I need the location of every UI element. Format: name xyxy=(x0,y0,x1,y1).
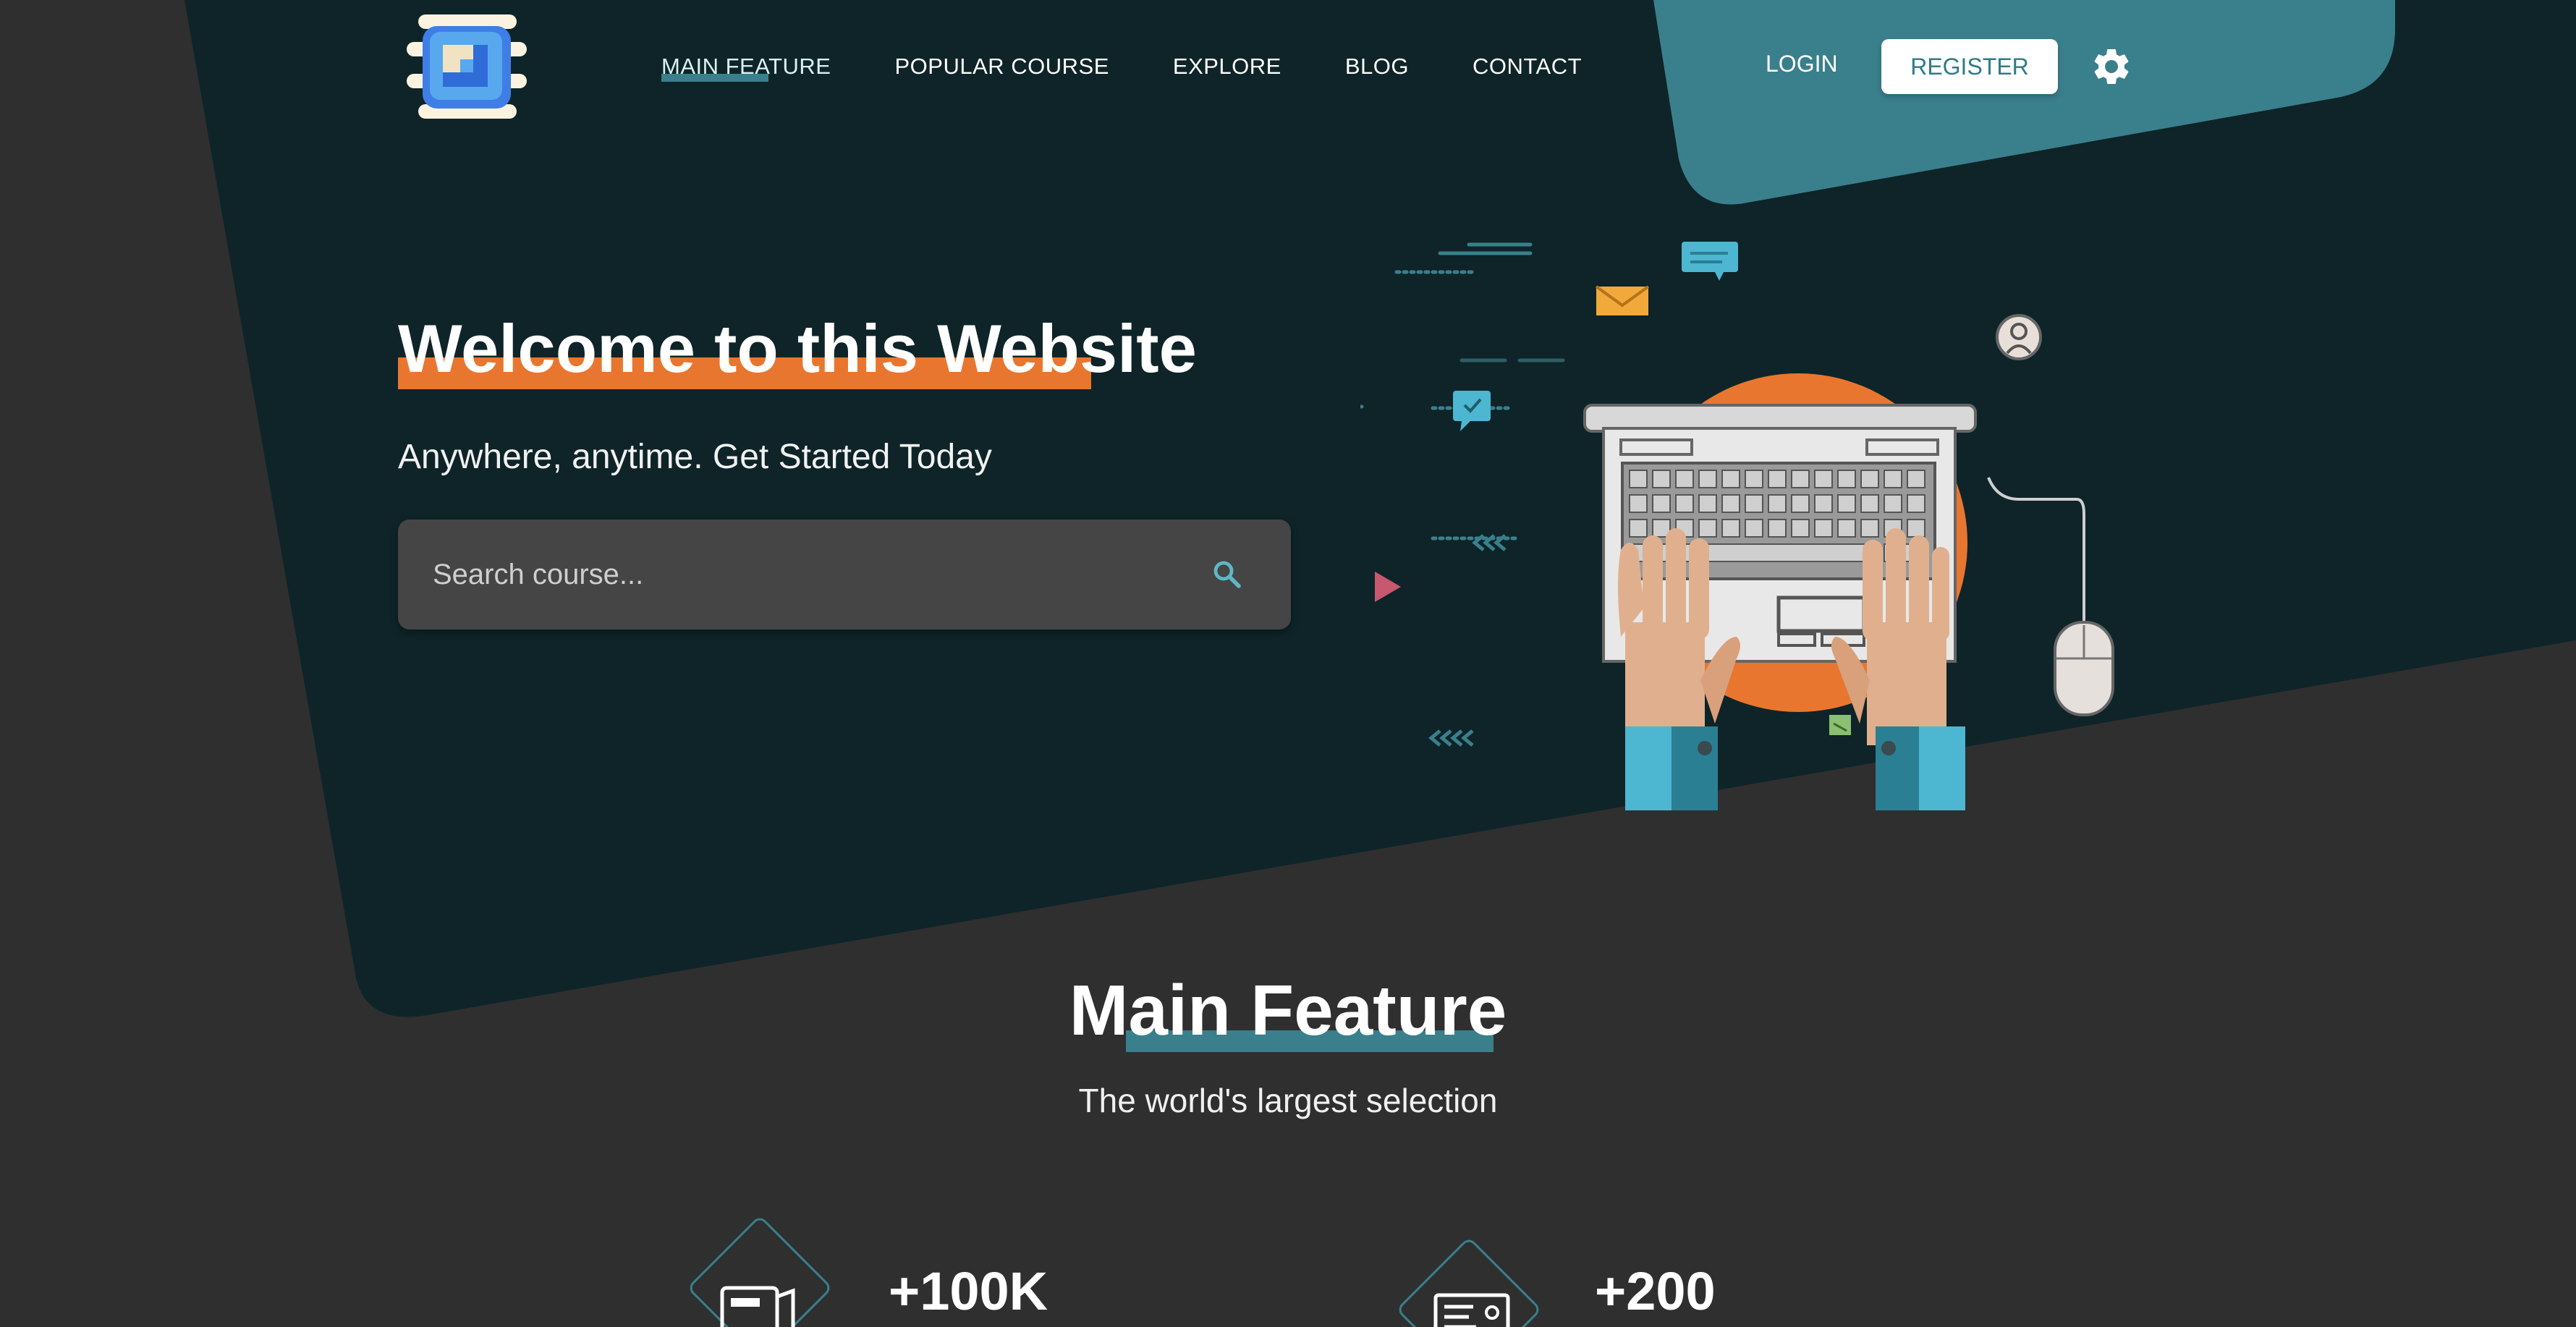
nav-contact[interactable]: CONTACT xyxy=(1473,54,1582,80)
nav-explore[interactable]: EXPLORE xyxy=(1173,54,1281,80)
search-input[interactable] xyxy=(433,520,1156,629)
hero-subtitle: Anywhere, anytime. Get Started Today xyxy=(398,438,992,476)
certificate-icon xyxy=(1399,1239,1539,1327)
hero-title: Welcome to this Website xyxy=(398,310,1197,386)
main-feature-title: Main Feature xyxy=(1069,970,1507,1050)
stat-value-courses: +100K xyxy=(889,1261,1048,1321)
search-box xyxy=(398,520,1291,629)
main-nav: MAIN FEATURE POPULAR COURSE EXPLORE BLOG… xyxy=(661,51,1645,82)
login-link[interactable]: LOGIN xyxy=(1766,51,1838,77)
hd-video-icon xyxy=(690,1218,830,1327)
page: MAIN FEATURE POPULAR COURSE EXPLORE BLOG… xyxy=(0,0,2576,1327)
main-feature-subtitle: The world's largest selection xyxy=(1078,1082,1498,1119)
register-button[interactable]: REGISTER xyxy=(1881,39,2058,94)
nav-main-feature[interactable]: MAIN FEATURE xyxy=(661,54,831,82)
nav-popular-course[interactable]: POPULAR COURSE xyxy=(895,54,1109,80)
stat-value-instructors: +200 xyxy=(1595,1261,1716,1321)
search-icon[interactable] xyxy=(1210,557,1245,592)
hands-typing-on-laptop-illustration xyxy=(1360,242,2114,810)
gear-icon[interactable] xyxy=(2090,45,2133,88)
nav-blog[interactable]: BLOG xyxy=(1345,54,1409,80)
layered-square-logo-icon[interactable] xyxy=(405,13,528,122)
